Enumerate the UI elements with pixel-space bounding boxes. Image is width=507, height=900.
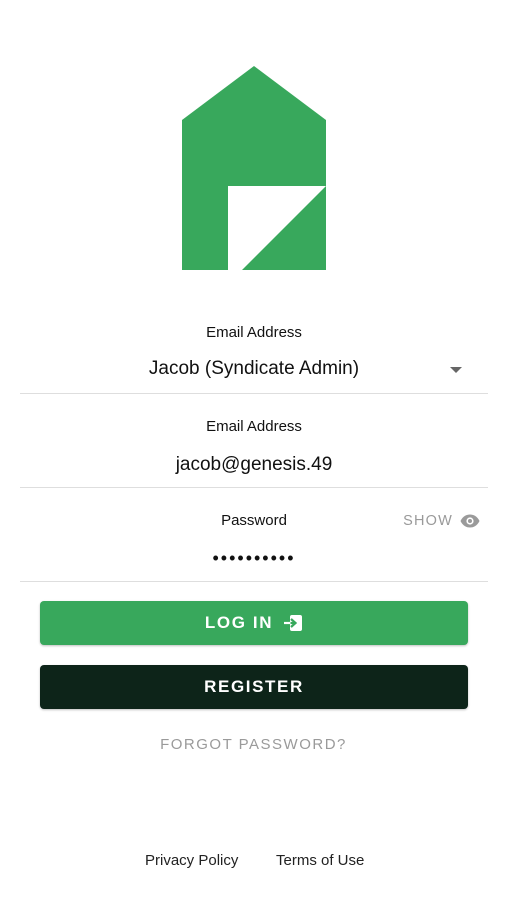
register-button[interactable]: REGISTER — [40, 665, 468, 709]
login-button[interactable]: LOG IN — [40, 601, 468, 645]
account-select-value: Jacob (Syndicate Admin) — [148, 358, 360, 379]
login-button-label: LOG IN — [204, 613, 274, 632]
eye-icon — [460, 514, 480, 528]
account-select-label: Email Address — [206, 324, 302, 341]
password-field-value[interactable]: •••••••••• — [20, 548, 488, 569]
house-logo-icon — [182, 66, 326, 270]
dropdown-caret-icon[interactable] — [450, 367, 462, 373]
privacy-policy-link[interactable]: Privacy Policy — [145, 852, 238, 869]
email-field[interactable]: Email Address jacob@genesis.49 — [20, 412, 488, 488]
login-screen: Email Address Jacob (Syndicate Admin) Em… — [0, 0, 507, 900]
email-field-label: Email Address — [206, 418, 302, 435]
email-field-value[interactable]: jacob@genesis.49 — [20, 454, 488, 476]
show-password-label: SHOW — [403, 513, 453, 529]
show-password-toggle[interactable]: SHOW — [403, 510, 480, 532]
forgot-password-link[interactable]: FORGOT PASSWORD? — [0, 736, 507, 753]
login-arrow-icon — [284, 615, 303, 631]
terms-of-use-link[interactable]: Terms of Use — [276, 852, 364, 869]
register-button-label: REGISTER — [204, 677, 304, 696]
account-select[interactable]: Email Address Jacob (Syndicate Admin) — [20, 318, 488, 394]
password-field[interactable]: Password SHOW •••••••••• — [20, 506, 488, 582]
